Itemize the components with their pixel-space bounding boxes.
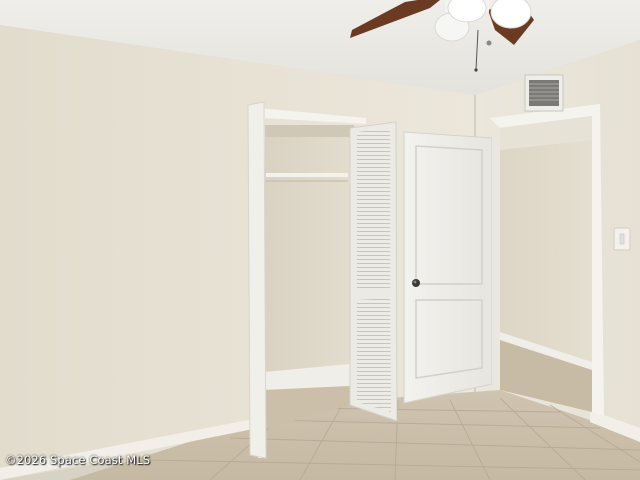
air-vent-icon — [524, 74, 564, 112]
closet-door-left — [247, 101, 267, 459]
closet-interior — [264, 125, 354, 390]
door-knob-icon[interactable] — [412, 279, 420, 287]
watermark: ©2026 Space Coast MLS — [5, 453, 151, 467]
louver-panel-upper — [357, 128, 390, 290]
room-scene — [0, 0, 640, 480]
louver-panel-lower — [357, 298, 391, 412]
bedroom-photo: ©2026 Space Coast MLS — [0, 0, 640, 480]
interior-door — [403, 131, 493, 404]
hallway-wall — [500, 116, 592, 366]
fan-light-globe-right — [490, 0, 532, 29]
